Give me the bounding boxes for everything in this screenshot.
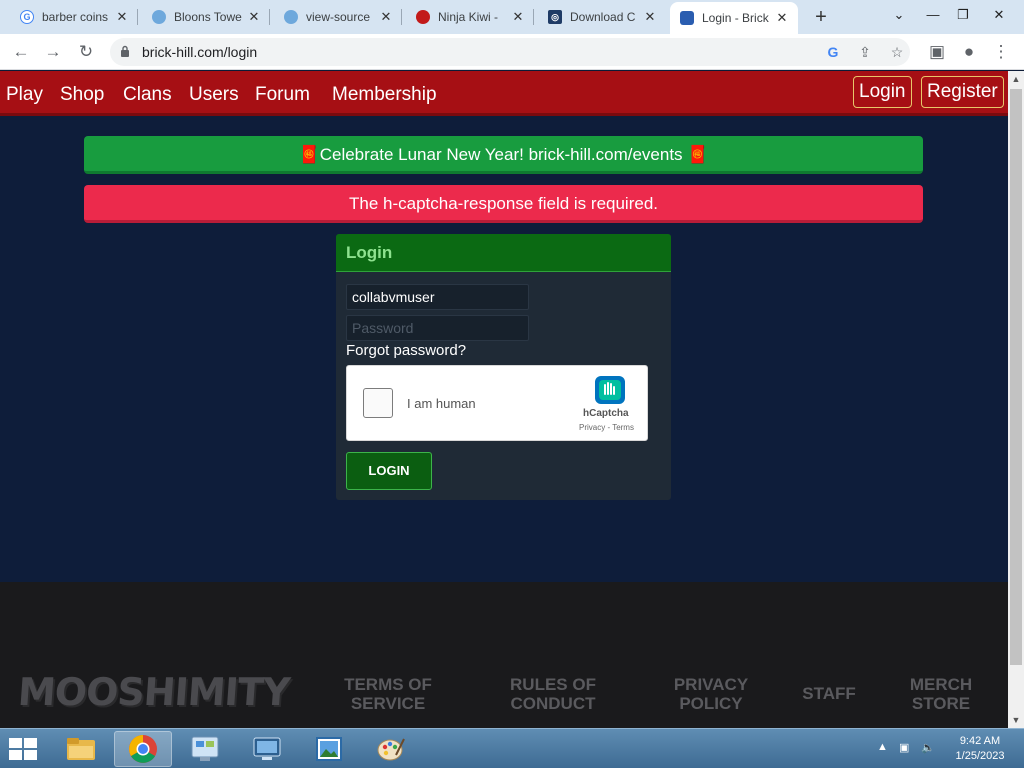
forward-icon[interactable]: →: [42, 41, 64, 63]
login-card-heading: Login: [336, 234, 671, 272]
login-card: Login collabvmuser Password Forgot passw…: [336, 234, 671, 500]
share-icon[interactable]: ⇪: [856, 43, 874, 61]
site-footer: MOOSHIMITY TERMS OF SERVICE RULES OF CON…: [0, 582, 1008, 728]
event-banner[interactable]: 🧧Celebrate Lunar New Year! brick-hill.co…: [84, 136, 923, 174]
monitor-icon: [253, 737, 281, 760]
globe-icon: [284, 10, 298, 24]
picture-icon: [316, 737, 342, 761]
close-icon[interactable]: ✕: [114, 9, 130, 25]
side-panel-icon[interactable]: ▣: [926, 41, 948, 63]
remote-desktop-taskbar-button[interactable]: [238, 731, 296, 767]
footer-logo: MOOSHIMITY: [16, 670, 291, 714]
paint-taskbar-button[interactable]: [362, 731, 420, 767]
footer-terms-link[interactable]: TERMS OF SERVICE: [338, 675, 438, 713]
tab-title: Bloons Towe: [174, 10, 242, 24]
ninjakiwi-icon: [416, 10, 430, 24]
nav-users[interactable]: Users: [189, 84, 239, 106]
menu-kebab-icon[interactable]: ⋮: [990, 41, 1012, 63]
volume-icon[interactable]: 🔈: [921, 741, 935, 754]
window-close-icon[interactable]: ✕: [986, 4, 1012, 26]
profile-icon[interactable]: ●: [958, 41, 980, 63]
paint-palette-icon: [377, 738, 405, 761]
chrome-icon: [129, 735, 157, 763]
chrome-taskbar-button[interactable]: [114, 731, 172, 767]
register-button[interactable]: Register: [921, 76, 1004, 108]
hcaptcha-logo-icon: [595, 376, 625, 404]
browser-toolbar: ← → ↻ brick-hill.com/login G ⇪ ☆ ▣ ● ⋮: [0, 34, 1024, 70]
forgot-password-link[interactable]: Forgot password?: [346, 342, 466, 359]
hcaptcha-widget: I am human hCaptcha Privacy - Terms: [346, 365, 648, 441]
tab-search-icon[interactable]: ⌄: [886, 4, 912, 26]
download-icon: ◎: [548, 10, 562, 24]
browser-tab-strip: G barber coins ✕ Bloons Towe ✕ view-sour…: [0, 0, 1024, 34]
google-lens-icon[interactable]: G: [824, 43, 842, 61]
footer-rules-link[interactable]: RULES OF CONDUCT: [503, 675, 603, 713]
scroll-up-icon[interactable]: ▲: [1008, 71, 1024, 87]
footer-privacy-link[interactable]: PRIVACY POLICY: [668, 675, 754, 713]
clock-time: 9:42 AM: [959, 735, 1001, 747]
page-content: 🧧Celebrate Lunar New Year! brick-hill.co…: [0, 116, 1008, 582]
control-panel-taskbar-button[interactable]: [176, 731, 234, 767]
nav-play[interactable]: Play: [6, 84, 43, 106]
close-icon[interactable]: ✕: [378, 9, 394, 25]
scroll-thumb[interactable]: [1010, 89, 1022, 665]
tab-view-source[interactable]: view-source ✕: [274, 4, 402, 30]
file-explorer-taskbar-button[interactable]: [52, 731, 110, 767]
nav-shop[interactable]: Shop: [60, 84, 104, 106]
error-banner: The h-captcha-response field is required…: [84, 185, 923, 223]
captcha-label: I am human: [407, 396, 476, 411]
page-scrollbar[interactable]: ▲ ▼: [1008, 71, 1024, 728]
tab-title: Ninja Kiwi -: [438, 10, 499, 24]
google-icon: G: [20, 10, 34, 24]
minimize-icon[interactable]: —: [920, 4, 946, 26]
folder-icon: [67, 738, 95, 760]
brickhill-icon: [680, 11, 694, 25]
site-navbar: Play Shop Clans Users Forum Membership L…: [0, 71, 1008, 116]
login-submit-button[interactable]: LOGIN: [346, 452, 432, 490]
url-text: brick-hill.com/login: [142, 44, 258, 60]
tab-login-brick-hill[interactable]: Login - Brick ✕: [670, 2, 798, 34]
captcha-privacy-terms[interactable]: Privacy - Terms: [579, 423, 634, 432]
nav-forum[interactable]: Forum: [255, 84, 310, 106]
taskbar-clock[interactable]: 9:42 AM 1/25/2023: [948, 734, 1012, 764]
tab-title: Login - Brick: [702, 11, 769, 25]
new-tab-button[interactable]: +: [810, 6, 832, 28]
footer-merch-link[interactable]: MERCH STORE: [902, 675, 980, 713]
close-icon[interactable]: ✕: [774, 10, 790, 26]
tab-barber-coins[interactable]: G barber coins ✕: [10, 4, 138, 30]
password-field[interactable]: Password: [346, 315, 529, 341]
nav-membership[interactable]: Membership: [332, 84, 437, 106]
reload-icon[interactable]: ↻: [75, 41, 97, 63]
network-icon[interactable]: ▣: [899, 741, 909, 754]
tab-bloons[interactable]: Bloons Towe ✕: [142, 4, 270, 30]
footer-staff-link[interactable]: STAFF: [796, 684, 862, 703]
restore-icon[interactable]: ❐: [950, 4, 976, 26]
photos-taskbar-button[interactable]: [300, 731, 358, 767]
close-icon[interactable]: ✕: [510, 9, 526, 25]
bookmark-star-icon[interactable]: ☆: [888, 43, 906, 61]
windows-start-icon[interactable]: [8, 737, 38, 761]
lock-icon: [121, 45, 129, 57]
back-icon[interactable]: ←: [10, 41, 32, 63]
tab-ninja-kiwi[interactable]: Ninja Kiwi - ✕: [406, 4, 534, 30]
tray-expand-icon[interactable]: ▲: [877, 741, 888, 753]
clock-date: 1/25/2023: [955, 750, 1005, 762]
captcha-brand: hCaptcha: [583, 408, 629, 419]
control-panel-icon: [191, 736, 219, 761]
globe-icon: [152, 10, 166, 24]
tab-title: view-source: [306, 10, 371, 24]
close-icon[interactable]: ✕: [642, 9, 658, 25]
scroll-down-icon[interactable]: ▼: [1008, 712, 1024, 728]
login-button[interactable]: Login: [853, 76, 912, 108]
close-icon[interactable]: ✕: [246, 9, 262, 25]
captcha-checkbox[interactable]: [363, 388, 393, 418]
tab-download[interactable]: ◎ Download C ✕: [538, 4, 666, 30]
username-field[interactable]: collabvmuser: [346, 284, 529, 310]
windows-taskbar: ▲ ▣ 🔈 9:42 AM 1/25/2023: [0, 728, 1024, 768]
tab-title: Download C: [570, 10, 636, 24]
address-bar[interactable]: brick-hill.com/login G ⇪ ☆: [110, 38, 910, 66]
tab-title: barber coins: [42, 10, 109, 24]
nav-clans[interactable]: Clans: [123, 84, 172, 106]
